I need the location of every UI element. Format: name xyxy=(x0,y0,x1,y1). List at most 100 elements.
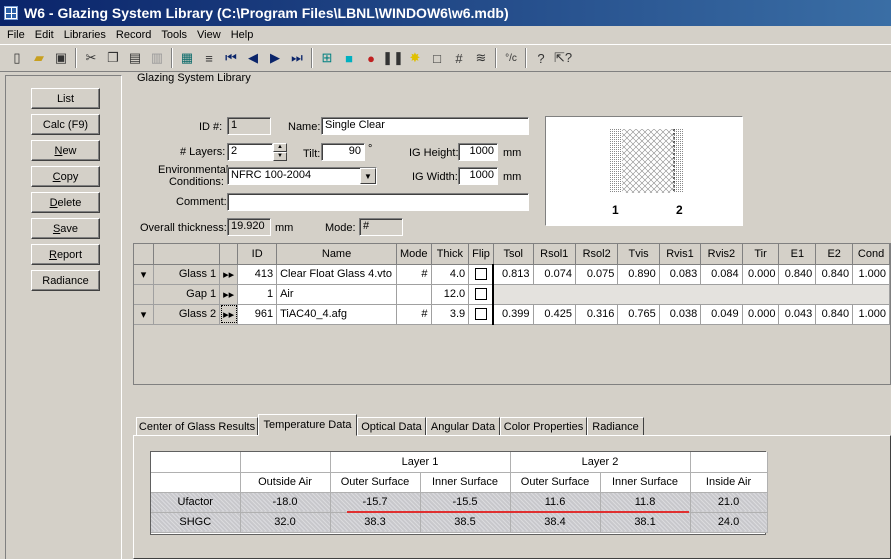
col-rvis1[interactable]: Rvis1 xyxy=(659,244,702,265)
spin-down-icon[interactable]: ▼ xyxy=(273,152,287,161)
spring-icon[interactable]: ≋ xyxy=(470,47,492,69)
cell-rvis1[interactable]: 0.038 xyxy=(659,304,702,325)
cell-thick[interactable]: 12.0 xyxy=(431,284,470,305)
flip-checkbox[interactable] xyxy=(468,264,495,285)
col-tir[interactable]: Tir xyxy=(742,244,780,265)
report-button[interactable]: Report xyxy=(31,244,100,265)
tab-angular-data[interactable]: Angular Data xyxy=(426,417,500,436)
cell-rsol1[interactable]: 0.425 xyxy=(533,304,576,325)
col-mode[interactable]: Mode xyxy=(396,244,432,265)
cell-mode[interactable] xyxy=(396,284,432,305)
cell-mode[interactable]: # xyxy=(396,304,432,325)
cell-name[interactable]: Air xyxy=(276,284,397,305)
col-rsol1[interactable]: Rsol1 xyxy=(533,244,576,265)
pause-icon[interactable]: ❚❚ xyxy=(382,47,404,69)
tilt-field[interactable]: 90 xyxy=(321,143,365,161)
square-icon[interactable]: □ xyxy=(426,47,448,69)
col-e1[interactable]: E1 xyxy=(778,244,817,265)
cell-thick[interactable]: 4.0 xyxy=(431,264,470,285)
new-button[interactable]: New xyxy=(31,140,100,161)
cell-rsol2[interactable]: 0.075 xyxy=(575,264,619,285)
cell-e1[interactable]: 0.840 xyxy=(778,264,817,285)
context-help-icon[interactable]: ⇱? xyxy=(552,47,574,69)
cell-rsol1[interactable]: 0.074 xyxy=(533,264,576,285)
glass-icon[interactable]: ■ xyxy=(338,47,360,69)
cell-mode[interactable]: # xyxy=(396,264,432,285)
first-record-icon[interactable]: ⏮ xyxy=(220,47,242,69)
menu-help[interactable]: Help xyxy=(226,29,259,41)
copy-icon[interactable]: ❐ xyxy=(102,47,124,69)
col-id[interactable]: ID xyxy=(237,244,278,265)
tab-color-properties[interactable]: Color Properties xyxy=(500,417,587,436)
help-icon[interactable]: ? xyxy=(530,47,552,69)
delete-button[interactable]: Delete xyxy=(31,192,100,213)
frame-icon[interactable]: ⊞ xyxy=(316,47,338,69)
cell-cond[interactable]: 1.000 xyxy=(852,264,890,285)
col-thick[interactable]: Thick xyxy=(431,244,470,265)
cell-rvis1[interactable]: 0.083 xyxy=(659,264,702,285)
tab-optical-data[interactable]: Optical Data xyxy=(357,417,426,436)
detail-view-icon[interactable]: ≡ xyxy=(198,47,220,69)
ig-height-field[interactable]: 1000 xyxy=(458,143,498,161)
tab-center-of-glass[interactable]: Center of Glass Results xyxy=(136,417,258,436)
table-row[interactable]: Gap 1 ▸▸ 1 Air 12.0 xyxy=(134,284,890,305)
flip-checkbox[interactable] xyxy=(468,304,495,325)
menu-libraries[interactable]: Libraries xyxy=(59,29,111,41)
col-rvis2[interactable]: Rvis2 xyxy=(700,244,743,265)
cell-e2[interactable]: 0.840 xyxy=(815,304,854,325)
hash-icon[interactable]: # xyxy=(448,47,470,69)
col-flip[interactable]: Flip xyxy=(468,244,494,265)
cell-rsol2[interactable]: 0.316 xyxy=(575,304,619,325)
cell-id[interactable]: 961 xyxy=(237,304,278,325)
cell-tvis[interactable]: 0.890 xyxy=(617,264,660,285)
last-record-icon[interactable]: ⏭ xyxy=(286,47,308,69)
cell-tvis[interactable]: 0.765 xyxy=(617,304,660,325)
cell-thick[interactable]: 3.9 xyxy=(431,304,470,325)
tab-radiance[interactable]: Radiance xyxy=(587,417,644,436)
col-tvis[interactable]: Tvis xyxy=(617,244,660,265)
cut-icon[interactable]: ✂ xyxy=(80,47,102,69)
row-nav-icon[interactable]: ▸▸ xyxy=(219,284,239,305)
next-record-icon[interactable]: ▶ xyxy=(264,47,286,69)
row-nav-icon[interactable]: ▸▸ xyxy=(219,304,239,325)
row-dropdown-icon[interactable]: ▾ xyxy=(134,264,154,285)
tab-temperature-data[interactable]: Temperature Data xyxy=(258,414,357,436)
cell-rvis2[interactable]: 0.084 xyxy=(700,264,743,285)
radiance-button[interactable]: Radiance xyxy=(31,270,100,291)
menu-tools[interactable]: Tools xyxy=(156,29,192,41)
table-row[interactable]: ▾ Glass 1 ▸▸ 413 Clear Float Glass 4.vto… xyxy=(134,264,890,285)
cell-cond[interactable]: 1.000 xyxy=(852,304,890,325)
cell-tir[interactable]: 0.000 xyxy=(742,264,780,285)
row-dropdown-icon[interactable]: ▾ xyxy=(134,304,154,325)
spin-up-icon[interactable]: ▲ xyxy=(273,143,287,152)
prev-record-icon[interactable]: ◀ xyxy=(242,47,264,69)
print-icon[interactable]: ▥ xyxy=(146,47,168,69)
cell-e2[interactable]: 0.840 xyxy=(815,264,854,285)
flip-checkbox[interactable] xyxy=(468,284,495,305)
cell-id[interactable]: 413 xyxy=(237,264,278,285)
col-name[interactable]: Name xyxy=(276,244,397,265)
open-icon[interactable]: ▰ xyxy=(28,47,50,69)
paste-icon[interactable]: ▤ xyxy=(124,47,146,69)
cell-e1[interactable]: 0.043 xyxy=(778,304,817,325)
col-cond[interactable]: Cond xyxy=(852,244,890,265)
cell-rvis2[interactable]: 0.049 xyxy=(700,304,743,325)
name-field[interactable]: Single Clear xyxy=(321,117,529,135)
env-select[interactable]: NFRC 100-2004 xyxy=(227,167,377,185)
grid-view-icon[interactable]: ▦ xyxy=(176,47,198,69)
col-rsol2[interactable]: Rsol2 xyxy=(575,244,619,265)
cell-id[interactable]: 1 xyxy=(237,284,278,305)
sun-icon[interactable]: ✸ xyxy=(404,47,426,69)
comment-field[interactable] xyxy=(227,193,529,211)
new-icon[interactable]: ▯ xyxy=(6,47,28,69)
layers-spinner[interactable]: ▲ ▼ xyxy=(273,143,287,161)
menu-record[interactable]: Record xyxy=(111,29,156,41)
layers-field[interactable]: 2 xyxy=(227,143,273,161)
col-e2[interactable]: E2 xyxy=(815,244,854,265)
save-button[interactable]: Save xyxy=(31,218,100,239)
copy-button[interactable]: Copy xyxy=(31,166,100,187)
unit-convert-icon[interactable]: °/c xyxy=(500,47,522,69)
ig-width-field[interactable]: 1000 xyxy=(458,167,498,185)
cell-name[interactable]: Clear Float Glass 4.vto xyxy=(276,264,397,285)
col-tsol[interactable]: Tsol xyxy=(493,244,534,265)
